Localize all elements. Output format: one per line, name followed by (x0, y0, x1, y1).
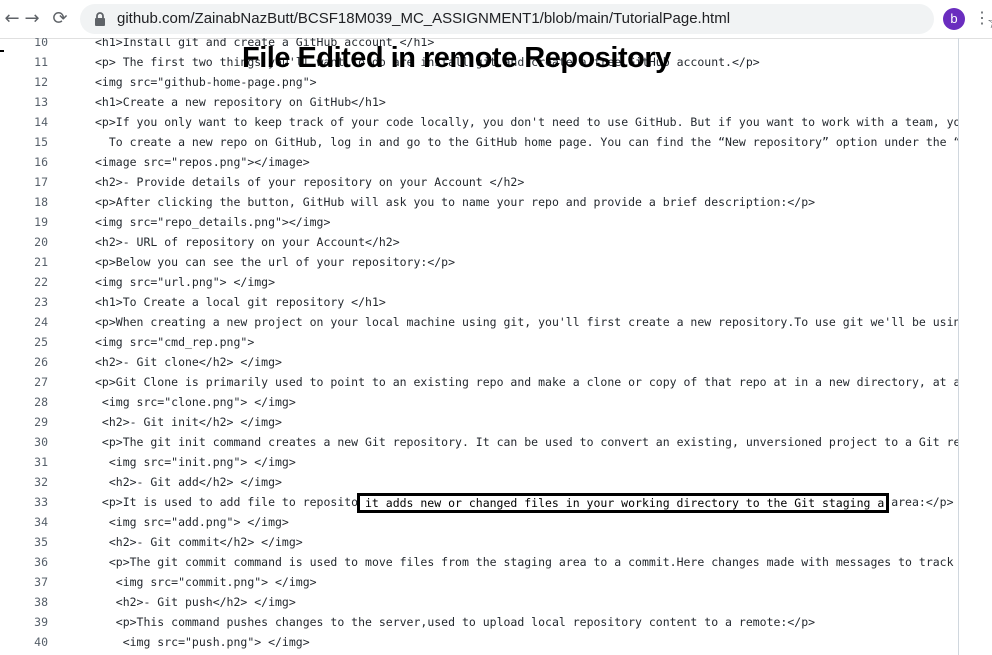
code-text: <p>After clicking the button, GitHub wil… (95, 195, 816, 209)
line-number[interactable]: 31 (14, 452, 48, 472)
code-text: <p>If you only want to keep track of you… (95, 115, 959, 129)
code-text: <p>Git Clone is primarily used to point … (95, 375, 959, 389)
code-text: <img src="url.png"> </img> (95, 275, 276, 289)
code-line: 13 <h1>Create a new repository on GitHub<… (0, 92, 958, 112)
code-text: <img src="commit.png"> </img> (95, 575, 317, 589)
line-number[interactable]: 14 (14, 112, 48, 132)
line-number[interactable]: 17 (14, 172, 48, 192)
profile-avatar[interactable]: b (943, 8, 965, 30)
code-text: <img src="repo_details.png"></img> (95, 215, 331, 229)
line-number[interactable]: 10 (14, 38, 48, 52)
code-text: <h2>- Git add</h2> </img> (95, 475, 282, 489)
code-line: 15 To create a new repo on GitHub, log i… (0, 132, 958, 152)
code-line: 30 <p>The git init command creates a new… (0, 432, 958, 452)
line-number[interactable]: 23 (14, 292, 48, 312)
code-line: 18 <p>After clicking the button, GitHub w… (0, 192, 958, 212)
address-bar[interactable]: github.com/ZainabNazButt/BCSF18M039_MC_A… (80, 4, 992, 34)
code-line: 35 <h2>- Git commit</h2> </img> (0, 532, 958, 552)
code-text: To create a new repo on GitHub, log in a… (95, 135, 959, 149)
code-text: <p>This command pushes changes to the se… (95, 615, 816, 629)
code-text: <h2>- Git init</h2> </img> (95, 415, 282, 429)
code-line: 19 <img src="repo_details.png"></img> (0, 212, 958, 232)
code-text: <p>The git init command creates a new Gi… (95, 435, 959, 449)
line-number[interactable]: 29 (14, 412, 48, 432)
code-text: <img src="cmd_rep.png"> (95, 335, 255, 349)
overlay-title: File Edited in remote Repository (242, 42, 671, 74)
line-number[interactable]: 21 (14, 252, 48, 272)
line-number[interactable]: 15 (14, 132, 48, 152)
code-line: 31 <img src="init.png"> </img> (0, 452, 958, 472)
code-line: 37 <img src="commit.png"> </img> (0, 572, 958, 592)
code-line: 26 <h2>- Git clone</h2> </img> (0, 352, 958, 372)
url-text[interactable]: github.com/ZainabNazButt/BCSF18M039_MC_A… (117, 4, 730, 34)
lock-icon (95, 12, 105, 26)
line-number[interactable]: 35 (14, 532, 48, 552)
code-line: 12 <img src="github-home-page.png"> (0, 72, 958, 92)
code-line: 16 <image src="repos.png"></image> (0, 152, 958, 172)
code-line: 39 <p>This command pushes changes to the… (0, 612, 958, 632)
line-number[interactable]: 11 (14, 52, 48, 72)
line-number[interactable]: 13 (14, 92, 48, 112)
code-line: 20 <h2>- URL of repository on your Accoun… (0, 232, 958, 252)
code-text: <p>The git commit command is used to mov… (95, 555, 959, 569)
code-text: <h1>Create a new repository on GitHub</h… (95, 95, 386, 109)
code-text: <h2>- Git push</h2> </img> (95, 595, 296, 609)
line-number[interactable]: 22 (14, 272, 48, 292)
forward-icon[interactable]: → (20, 7, 44, 31)
code-line: 38 <h2>- Git push</h2> </img> (0, 592, 958, 612)
code-line: 21 <p>Below you can see the url of your r… (0, 252, 958, 272)
reload-icon[interactable]: ⟳ (48, 7, 72, 31)
line-number[interactable]: 33 (14, 492, 48, 512)
code-line: 34 <img src="add.png"> </img> (0, 512, 958, 532)
line-number[interactable]: 27 (14, 372, 48, 392)
code-line: 25 <img src="cmd_rep.png"> (0, 332, 958, 352)
line-number[interactable]: 36 (14, 552, 48, 572)
browser-toolbar: ← → ⟳ github.com/ZainabNazButt/BCSF18M03… (0, 0, 992, 52)
code-text: <h2>- URL of repository on your Account<… (95, 235, 400, 249)
code-line: 24 <p>When creating a new project on your… (0, 312, 958, 332)
code-text: <img src="add.png"> </img> (95, 515, 289, 529)
line-number[interactable]: 18 (14, 192, 48, 212)
code-line: 17 <h2>- Provide details of your reposito… (0, 172, 958, 192)
code-text: <img src="init.png"> </img> (95, 455, 296, 469)
browser-menu-icon[interactable]: ⋮ (974, 6, 990, 32)
code-line: 23 <h1>To Create a local git repository <… (0, 292, 958, 312)
code-text: <h2>- Provide details of your repository… (95, 175, 525, 189)
highlighted-change-box: it adds new or changed files in your wor… (357, 493, 889, 513)
code-text: <img src="github-home-page.png"> (95, 75, 317, 89)
line-number[interactable]: 40 (14, 632, 48, 652)
code-text: <img src="clone.png"> </img> (95, 395, 296, 409)
code-line: 22 <img src="url.png"> </img> (0, 272, 958, 292)
line-number[interactable]: 25 (14, 332, 48, 352)
line-number[interactable]: 20 (14, 232, 48, 252)
line-number[interactable]: 28 (14, 392, 48, 412)
line-number[interactable]: 34 (14, 512, 48, 532)
code-line: 36 <p>The git commit command is used to … (0, 552, 958, 572)
code-text: <image src="repos.png"></image> (95, 155, 310, 169)
line-number[interactable]: 32 (14, 472, 48, 492)
line-number[interactable]: 39 (14, 612, 48, 632)
line-number[interactable]: 16 (14, 152, 48, 172)
code-text: <h2>- Git clone</h2> </img> (95, 355, 282, 369)
code-text: <h1>To Create a local git repository </h… (95, 295, 386, 309)
code-line: 14 <p>If you only want to keep track of y… (0, 112, 958, 132)
line-number[interactable]: 37 (14, 572, 48, 592)
line-number[interactable]: 24 (14, 312, 48, 332)
code-line: 28 <img src="clone.png"> </img> (0, 392, 958, 412)
line-number[interactable]: 12 (14, 72, 48, 92)
line-number[interactable]: 26 (14, 352, 48, 372)
code-text: <p>Below you can see the url of your rep… (95, 255, 456, 269)
code-line: 32 <h2>- Git add</h2> </img> (0, 472, 958, 492)
code-line: 40 <img src="push.png"> </img> (0, 632, 958, 652)
line-number[interactable]: 19 (14, 212, 48, 232)
code-viewer: 10 <h1>Install git and create a GitHub ac… (0, 38, 959, 655)
code-text: <p>When creating a new project on your l… (95, 315, 959, 329)
line-number[interactable]: 38 (14, 592, 48, 612)
line-number[interactable]: 30 (14, 432, 48, 452)
code-line: 29 <h2>- Git init</h2> </img> (0, 412, 958, 432)
code-line: 27 <p>Git Clone is primarily used to poin… (0, 372, 958, 392)
code-text: <img src="push.png"> </img> (95, 635, 310, 649)
code-text: <h2>- Git commit</h2> </img> (95, 535, 303, 549)
